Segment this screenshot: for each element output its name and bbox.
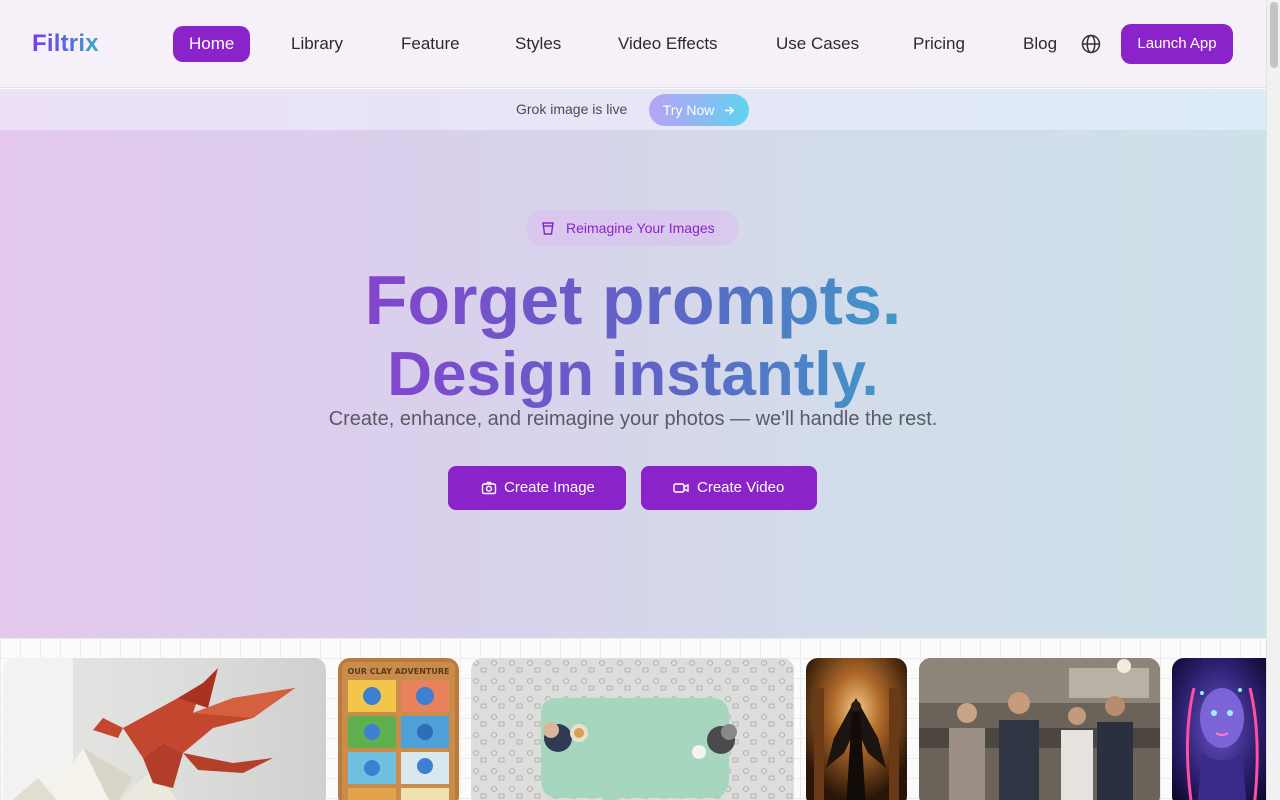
speech-bubble-table-image[interactable] <box>471 658 794 800</box>
brand-logo[interactable]: Filtrix <box>32 30 99 58</box>
origami-dragon-image[interactable] <box>3 658 326 800</box>
nav-feature[interactable]: Feature <box>401 26 460 62</box>
nav-pricing[interactable]: Pricing <box>913 26 965 62</box>
neon-face-image[interactable] <box>1172 658 1266 800</box>
image-gallery: OUR CLAY ADVENTURE <box>0 638 1266 800</box>
video-camera-icon <box>673 483 689 493</box>
clay-adventure-comic-image[interactable]: OUR CLAY ADVENTURE <box>338 658 459 800</box>
hero-subtitle: Create, enhance, and reimagine your phot… <box>328 408 938 430</box>
create-video-button[interactable]: Create Video <box>641 466 817 510</box>
announcement-bar: Grok image is live Try Now <box>0 89 1266 130</box>
try-now-button[interactable]: Try Now <box>649 94 749 126</box>
nav-video-effects[interactable]: Video Effects <box>618 26 718 62</box>
hero-headline-line2: Design instantly. <box>0 340 1266 410</box>
create-image-button[interactable]: Create Image <box>448 466 626 510</box>
scrollbar-thumb[interactable] <box>1270 2 1278 68</box>
nav-styles[interactable]: Styles <box>515 26 561 62</box>
nav-blog[interactable]: Blog <box>1023 26 1057 62</box>
clay-adventure-caption: OUR CLAY ADVENTURE <box>348 667 450 676</box>
create-image-label: Create Image <box>504 479 595 496</box>
arrow-right-icon <box>724 94 735 126</box>
camera-icon <box>481 481 497 495</box>
announcement-text: Grok image is live <box>516 101 628 117</box>
launch-app-button[interactable]: Launch App <box>1121 24 1233 64</box>
sparkle-cup-icon <box>540 220 556 236</box>
kitchen-friends-image[interactable] <box>919 658 1160 800</box>
dark-angel-image[interactable] <box>806 658 907 800</box>
nav-home[interactable]: Home <box>173 26 251 62</box>
globe-icon[interactable] <box>1080 33 1102 55</box>
site-header: Filtrix Home Library Feature Styles Vide… <box>0 0 1266 88</box>
hero-section: Reimagine Your Images Forget prompts. De… <box>0 130 1266 638</box>
try-now-label: Try Now <box>662 102 715 118</box>
hero-badge-text: Reimagine Your Images <box>566 220 715 236</box>
create-video-label: Create Video <box>697 479 785 496</box>
hero-headline-line1: Forget prompts. <box>0 258 1266 342</box>
nav-use-cases[interactable]: Use Cases <box>776 26 859 62</box>
hero-badge: Reimagine Your Images <box>526 210 739 246</box>
nav-library[interactable]: Library <box>291 26 343 62</box>
page-scrollbar[interactable] <box>1266 0 1280 800</box>
